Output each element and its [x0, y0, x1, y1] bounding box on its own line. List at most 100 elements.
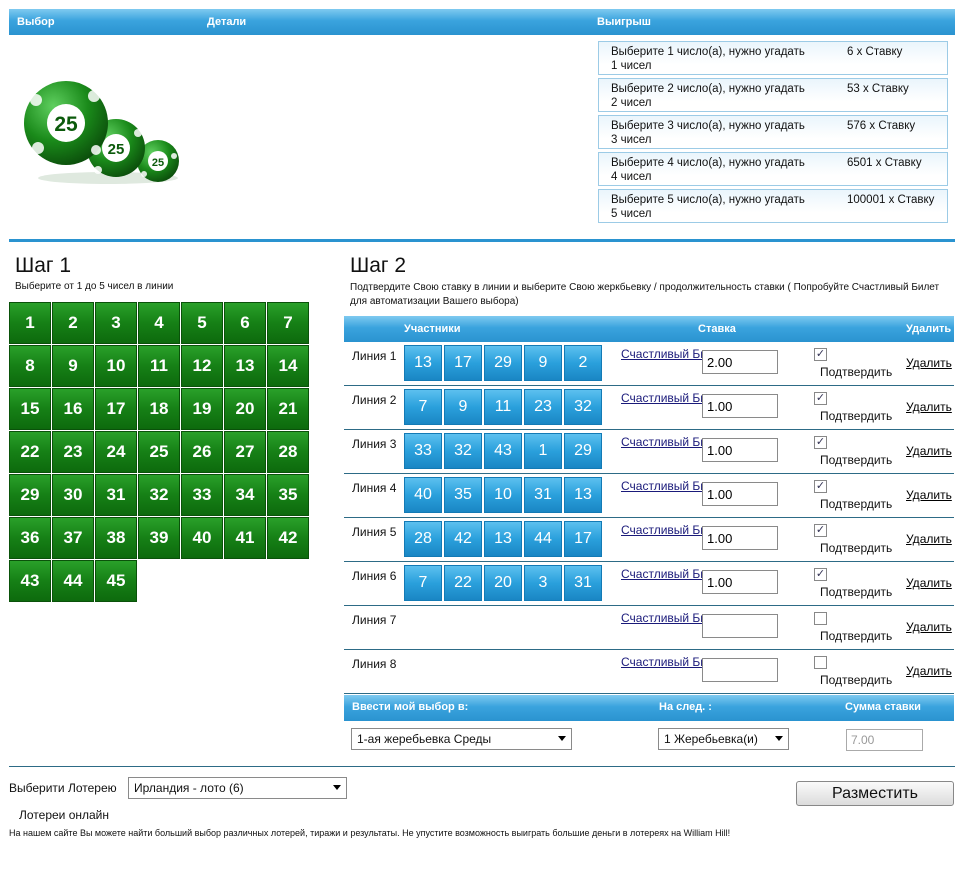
number-cell[interactable]: 3 [95, 302, 137, 344]
picked-number[interactable]: 9 [444, 389, 482, 425]
number-cell[interactable]: 36 [9, 517, 51, 559]
number-cell[interactable]: 38 [95, 517, 137, 559]
number-cell[interactable]: 11 [138, 345, 180, 387]
number-cell[interactable]: 7 [267, 302, 309, 344]
number-cell[interactable]: 31 [95, 474, 137, 516]
picked-number[interactable]: 43 [484, 433, 522, 469]
picked-number[interactable]: 11 [484, 389, 522, 425]
picked-number[interactable]: 32 [444, 433, 482, 469]
stake-input[interactable] [702, 350, 778, 374]
number-cell[interactable]: 33 [181, 474, 223, 516]
delete-link[interactable]: Удалить [906, 576, 952, 590]
picked-number[interactable]: 17 [564, 521, 602, 557]
lottery-select[interactable]: Ирландия - лото (6) [128, 777, 347, 799]
next-draws-select[interactable]: 1 Жеребьевка(и) [658, 728, 789, 750]
number-cell[interactable]: 14 [267, 345, 309, 387]
confirm-checkbox[interactable]: ✓ [814, 436, 827, 449]
number-cell[interactable]: 9 [52, 345, 94, 387]
picked-number[interactable]: 10 [484, 477, 522, 513]
confirm-checkbox[interactable] [814, 612, 827, 625]
delete-link[interactable]: Удалить [906, 620, 952, 634]
number-cell[interactable]: 12 [181, 345, 223, 387]
picked-number[interactable]: 29 [564, 433, 602, 469]
picked-number[interactable]: 13 [404, 345, 442, 381]
draw-select[interactable]: 1-ая жеребьевка Среды [351, 728, 572, 750]
stake-input[interactable] [702, 526, 778, 550]
stake-input[interactable] [702, 482, 778, 506]
picked-number[interactable]: 31 [564, 565, 602, 601]
number-cell[interactable]: 8 [9, 345, 51, 387]
number-cell[interactable]: 15 [9, 388, 51, 430]
number-cell[interactable]: 37 [52, 517, 94, 559]
place-bet-button[interactable]: Разместить [796, 781, 954, 806]
delete-link[interactable]: Удалить [906, 356, 952, 370]
number-cell[interactable]: 4 [138, 302, 180, 344]
picked-number[interactable]: 40 [404, 477, 442, 513]
number-cell[interactable]: 22 [9, 431, 51, 473]
delete-link[interactable]: Удалить [906, 444, 952, 458]
delete-link[interactable]: Удалить [906, 664, 952, 678]
number-cell[interactable]: 1 [9, 302, 51, 344]
stake-input[interactable] [702, 614, 778, 638]
number-cell[interactable]: 41 [224, 517, 266, 559]
number-cell[interactable]: 43 [9, 560, 51, 602]
number-cell[interactable]: 6 [224, 302, 266, 344]
number-cell[interactable]: 27 [224, 431, 266, 473]
number-cell[interactable]: 35 [267, 474, 309, 516]
number-cell[interactable]: 2 [52, 302, 94, 344]
picked-number[interactable]: 22 [444, 565, 482, 601]
confirm-checkbox[interactable]: ✓ [814, 348, 827, 361]
number-cell[interactable]: 24 [95, 431, 137, 473]
delete-link[interactable]: Удалить [906, 532, 952, 546]
picked-number[interactable]: 31 [524, 477, 562, 513]
stake-input[interactable] [702, 570, 778, 594]
picked-number[interactable]: 9 [524, 345, 562, 381]
number-cell[interactable]: 23 [52, 431, 94, 473]
number-cell[interactable]: 19 [181, 388, 223, 430]
picked-number[interactable]: 44 [524, 521, 562, 557]
number-cell[interactable]: 32 [138, 474, 180, 516]
picked-number[interactable]: 20 [484, 565, 522, 601]
number-cell[interactable]: 16 [52, 388, 94, 430]
confirm-checkbox[interactable]: ✓ [814, 524, 827, 537]
delete-link[interactable]: Удалить [906, 488, 952, 502]
picked-number[interactable]: 3 [524, 565, 562, 601]
number-cell[interactable]: 45 [95, 560, 137, 602]
number-cell[interactable]: 28 [267, 431, 309, 473]
number-cell[interactable]: 34 [224, 474, 266, 516]
picked-number[interactable]: 33 [404, 433, 442, 469]
confirm-checkbox[interactable]: ✓ [814, 568, 827, 581]
picked-number[interactable]: 23 [524, 389, 562, 425]
number-cell[interactable]: 10 [95, 345, 137, 387]
number-cell[interactable]: 5 [181, 302, 223, 344]
picked-number[interactable]: 13 [484, 521, 522, 557]
number-cell[interactable]: 17 [95, 388, 137, 430]
number-cell[interactable]: 26 [181, 431, 223, 473]
confirm-checkbox[interactable]: ✓ [814, 392, 827, 405]
number-cell[interactable]: 42 [267, 517, 309, 559]
number-cell[interactable]: 29 [9, 474, 51, 516]
number-cell[interactable]: 30 [52, 474, 94, 516]
picked-number[interactable]: 35 [444, 477, 482, 513]
picked-number[interactable]: 32 [564, 389, 602, 425]
stake-input[interactable] [702, 438, 778, 462]
delete-link[interactable]: Удалить [906, 400, 952, 414]
number-cell[interactable]: 21 [267, 388, 309, 430]
number-cell[interactable]: 18 [138, 388, 180, 430]
number-cell[interactable]: 40 [181, 517, 223, 559]
picked-number[interactable]: 17 [444, 345, 482, 381]
picked-number[interactable]: 7 [404, 565, 442, 601]
number-cell[interactable]: 39 [138, 517, 180, 559]
number-cell[interactable]: 13 [224, 345, 266, 387]
number-cell[interactable]: 25 [138, 431, 180, 473]
number-cell[interactable]: 20 [224, 388, 266, 430]
stake-input[interactable] [702, 658, 778, 682]
picked-number[interactable]: 2 [564, 345, 602, 381]
picked-number[interactable]: 1 [524, 433, 562, 469]
stake-input[interactable] [702, 394, 778, 418]
number-cell[interactable]: 44 [52, 560, 94, 602]
picked-number[interactable]: 42 [444, 521, 482, 557]
confirm-checkbox[interactable]: ✓ [814, 480, 827, 493]
picked-number[interactable]: 13 [564, 477, 602, 513]
picked-number[interactable]: 29 [484, 345, 522, 381]
